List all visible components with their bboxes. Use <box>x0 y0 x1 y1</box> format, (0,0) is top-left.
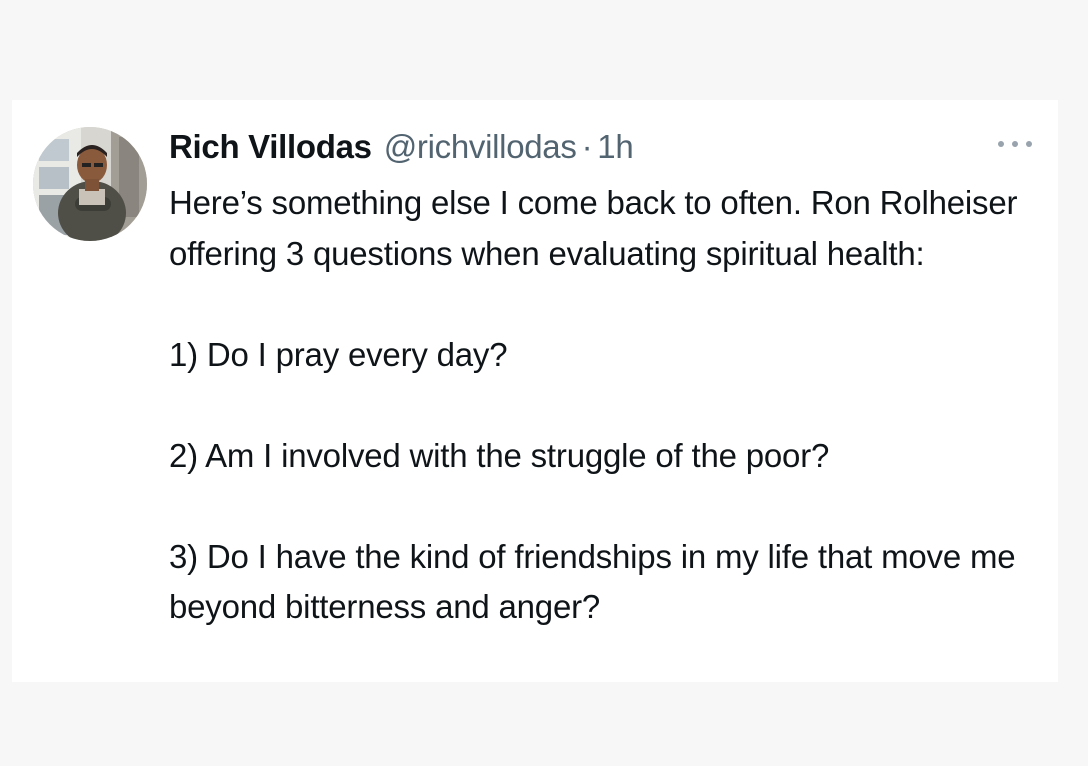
more-dot <box>1012 141 1018 147</box>
avatar[interactable] <box>33 127 147 241</box>
author-handle[interactable]: @richvillodas <box>384 128 577 166</box>
tweet-card[interactable]: Rich Villodas @richvillodas · 1h Here’s … <box>12 100 1058 682</box>
tweet-question-3: 3) Do I have the kind of friendships in … <box>169 537 1016 626</box>
profile-photo <box>33 127 147 241</box>
more-dot <box>1026 141 1032 147</box>
tweet-intro: Here’s something else I come back to oft… <box>169 184 1018 272</box>
more-dot <box>998 141 1004 147</box>
tweet-question-1: 1) Do I pray every day? <box>169 335 508 373</box>
separator-dot: · <box>581 128 593 165</box>
tweet-question-2: 2) Am I involved with the struggle of th… <box>169 436 830 474</box>
tweet-text: Here’s something else I come back to oft… <box>169 178 1039 633</box>
author-name[interactable]: Rich Villodas <box>169 128 372 166</box>
tweet-header: Rich Villodas @richvillodas · 1h <box>169 126 634 168</box>
tweet-timestamp[interactable]: 1h <box>597 128 633 166</box>
more-horizontal-icon[interactable] <box>998 136 1032 152</box>
